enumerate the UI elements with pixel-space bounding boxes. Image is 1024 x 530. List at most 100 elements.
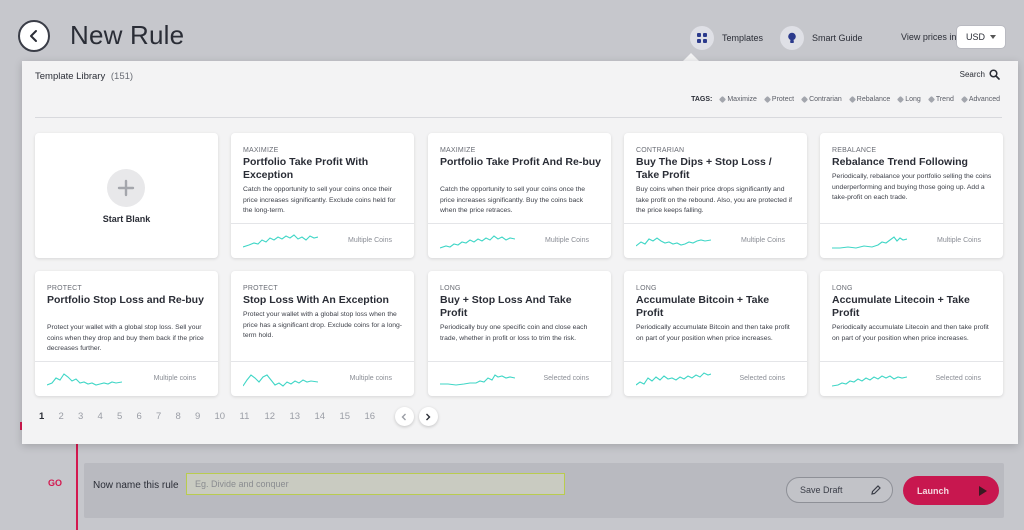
tag-label: Trend <box>935 96 954 103</box>
template-card[interactable]: LONG Buy + Stop Loss And Take Profit Per… <box>428 271 611 396</box>
start-blank-card[interactable]: Start Blank <box>35 133 218 258</box>
tag-advanced[interactable]: Advanced <box>960 95 1000 104</box>
chevron-down-icon <box>990 35 996 39</box>
page-9[interactable]: 9 <box>195 411 215 422</box>
page-12[interactable]: 12 <box>265 411 290 422</box>
card-tag: PROTECT <box>47 285 82 292</box>
page-11[interactable]: 11 <box>240 411 265 422</box>
card-title: Stop Loss With An Exception <box>243 294 389 306</box>
page-3[interactable]: 3 <box>78 411 98 422</box>
card-divider <box>820 361 1003 362</box>
page-8[interactable]: 8 <box>176 411 196 422</box>
sparkline-icon <box>636 372 711 386</box>
search-button[interactable]: Search <box>960 69 1000 80</box>
library-title-text: Template Library <box>35 71 106 82</box>
tag-protect[interactable]: Protect <box>763 95 794 104</box>
chevron-left-icon <box>401 413 406 420</box>
back-button[interactable] <box>18 20 50 52</box>
templates-button[interactable]: Templates <box>690 26 763 50</box>
prev-page-button[interactable] <box>394 407 414 426</box>
page-6[interactable]: 6 <box>137 411 157 422</box>
page-2[interactable]: 2 <box>59 411 79 422</box>
smart-guide-label: Smart Guide <box>812 33 863 43</box>
card-tag: PROTECT <box>243 285 278 292</box>
page-1[interactable]: 1 <box>39 411 59 422</box>
card-description: Buy coins when their price drops signifi… <box>636 186 793 214</box>
card-title: Portfolio Stop Loss and Re-buy <box>47 294 204 306</box>
template-card[interactable]: PROTECT Stop Loss With An Exception Prot… <box>231 271 414 396</box>
page-15[interactable]: 15 <box>340 411 365 422</box>
sparkline-icon <box>832 236 907 249</box>
tag-rebalance[interactable]: Rebalance <box>848 95 890 104</box>
sparkline-icon <box>440 374 515 386</box>
card-coins: Multiple Coins <box>937 237 981 244</box>
play-icon <box>979 486 987 496</box>
launch-label: Launch <box>917 485 950 496</box>
step-connector <box>76 440 78 530</box>
template-card[interactable]: CONTRARIAN Buy The Dips + Stop Loss / Ta… <box>624 133 807 258</box>
sparkline-icon <box>243 374 318 387</box>
sparkline-icon <box>440 235 515 249</box>
page-5[interactable]: 5 <box>117 411 137 422</box>
smart-guide-button[interactable]: Smart Guide <box>780 26 863 50</box>
card-tag: LONG <box>440 285 461 292</box>
page-title: New Rule <box>70 20 185 50</box>
card-description: Protect your wallet with a global stop l… <box>243 311 403 339</box>
currency-select[interactable]: USD <box>957 26 1005 48</box>
template-card[interactable]: MAXIMIZE Portfolio Take Profit And Re-bu… <box>428 133 611 258</box>
page-14[interactable]: 14 <box>315 411 340 422</box>
save-draft-button[interactable]: Save Draft <box>786 477 893 503</box>
card-tag: REBALANCE <box>832 147 877 154</box>
tags-label: TAGS: <box>691 96 713 103</box>
template-card[interactable]: LONG Accumulate Litecoin + Take Profit P… <box>820 271 1003 396</box>
template-card[interactable]: LONG Accumulate Bitcoin + Take Profit Pe… <box>624 271 807 396</box>
launch-button[interactable]: Launch <box>903 476 999 505</box>
sparkline-icon <box>243 234 318 248</box>
tag-icon <box>960 95 968 104</box>
card-tag: MAXIMIZE <box>440 147 476 154</box>
tag-label: Long <box>905 96 921 103</box>
rule-name-input[interactable] <box>186 473 565 495</box>
page-10[interactable]: 10 <box>215 411 240 422</box>
card-divider <box>231 223 414 224</box>
tag-maximize[interactable]: Maximize <box>719 95 757 104</box>
tag-icon <box>763 95 771 104</box>
card-coins: Multiple Coins <box>348 237 392 244</box>
page-4[interactable]: 4 <box>98 411 118 422</box>
search-label: Search <box>959 70 985 79</box>
card-divider <box>820 223 1003 224</box>
tag-icon <box>719 95 727 104</box>
card-divider <box>624 361 807 362</box>
tag-long[interactable]: Long <box>897 95 921 104</box>
next-page-button[interactable] <box>418 407 438 426</box>
pagination: 1 2 3 4 5 6 7 8 9 10 11 12 13 14 15 16 <box>39 407 438 426</box>
search-icon <box>989 69 1000 80</box>
chevron-right-icon <box>426 413 431 420</box>
card-coins: Multiple coins <box>349 375 392 382</box>
card-divider <box>624 223 807 224</box>
card-tag: LONG <box>636 285 657 292</box>
page-13[interactable]: 13 <box>290 411 315 422</box>
tag-icon <box>801 95 809 104</box>
template-card[interactable]: PROTECT Portfolio Stop Loss and Re-buy P… <box>35 271 218 396</box>
tag-label: Advanced <box>968 96 1000 103</box>
sparkline-icon <box>47 373 122 386</box>
card-title: Buy + Stop Loss And Take Profit <box>440 294 572 319</box>
tag-trend[interactable]: Trend <box>927 95 954 104</box>
card-coins: Selected coins <box>935 375 981 382</box>
template-card[interactable]: REBALANCE Rebalance Trend Following Peri… <box>820 133 1003 258</box>
card-title: Portfolio Take Profit With Exception <box>243 156 369 181</box>
view-prices-label: View prices in: <box>901 32 959 42</box>
tag-icon <box>927 95 935 104</box>
page-16[interactable]: 16 <box>365 411 390 422</box>
card-divider <box>428 223 611 224</box>
template-card[interactable]: MAXIMIZE Portfolio Take Profit With Exce… <box>231 133 414 258</box>
templates-label: Templates <box>722 33 764 43</box>
card-divider <box>35 361 218 362</box>
start-blank-label: Start Blank <box>102 214 151 224</box>
tag-contrarian[interactable]: Contrarian <box>801 95 842 104</box>
step-label: GO <box>48 478 63 488</box>
card-description: Periodically accumulate Litecoin and the… <box>832 324 989 342</box>
page-7[interactable]: 7 <box>156 411 176 422</box>
pencil-icon <box>871 485 881 495</box>
